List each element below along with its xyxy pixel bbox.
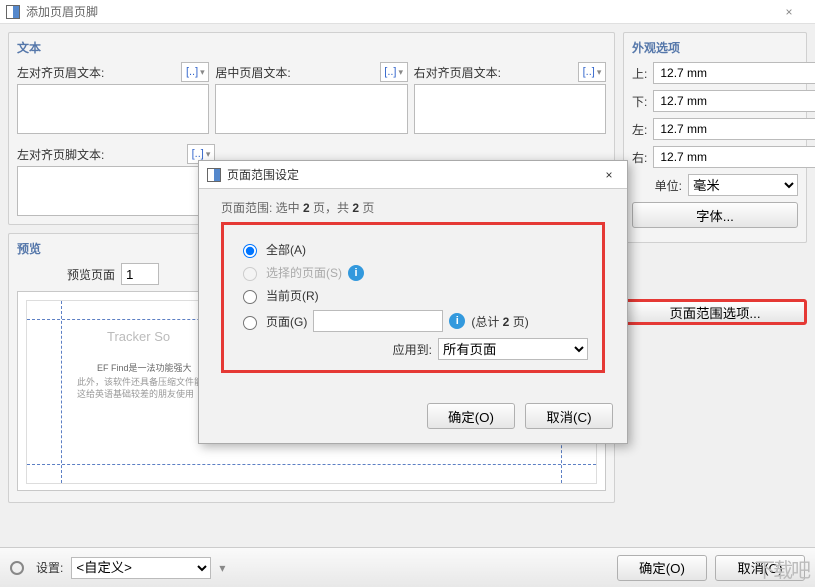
- header-left-label: 左对齐页眉文本:: [17, 64, 104, 81]
- range-radio-group: 全部(A) 选择的页面(S) i 当前页(R) 页面(G) i (总计 2 页)…: [221, 222, 605, 373]
- radio-selected-label: 选择的页面(S): [266, 264, 342, 281]
- dialog-close-icon[interactable]: ×: [599, 168, 619, 182]
- font-button[interactable]: 字体...: [632, 202, 798, 228]
- margin-bottom-label: 下:: [632, 93, 647, 110]
- window-title: 添加页眉页脚: [26, 3, 769, 20]
- preview-ef-line: EF Find是一法功能强大: [97, 363, 192, 375]
- gear-icon: [10, 561, 24, 575]
- pages-total: (总计 2 页): [471, 313, 528, 330]
- close-icon[interactable]: ×: [769, 5, 809, 19]
- radio-selected: [243, 267, 257, 281]
- watermark-ghost: 下载吧: [755, 554, 809, 583]
- margin-top-spinner[interactable]: ▲▼: [653, 62, 815, 84]
- preview-page-input[interactable]: [121, 263, 159, 285]
- pages-input[interactable]: [313, 310, 443, 332]
- margin-right-spinner[interactable]: ▲▼: [653, 146, 815, 168]
- range-summary: 页面范围: 选中 2 页，共 2 页: [221, 199, 605, 216]
- chevron-down-icon[interactable]: ▾: [219, 561, 225, 575]
- header-right-input[interactable]: [414, 84, 606, 134]
- radio-current-label: 当前页(R): [266, 287, 319, 304]
- dialog-title: 页面范围设定: [227, 166, 599, 183]
- header-right-label: 右对齐页眉文本:: [414, 64, 501, 81]
- radio-all-label: 全部(A): [266, 241, 306, 258]
- margin-right-label: 右:: [632, 149, 647, 166]
- dialog-cancel-button[interactable]: 取消(C): [525, 403, 613, 429]
- margin-left-label: 左:: [632, 121, 647, 138]
- preview-page-label: 预览页面: [67, 266, 115, 283]
- preview-tracker-text: Tracker So: [107, 329, 170, 344]
- margin-bottom-spinner[interactable]: ▲▼: [653, 90, 815, 112]
- preview-desc1: 此外，该软件还具备压缩文件能: [77, 377, 203, 389]
- dialog-app-icon: [207, 168, 221, 182]
- margin-left-spinner[interactable]: ▲▼: [653, 118, 815, 140]
- app-icon: [6, 5, 20, 19]
- header-left-macro-button[interactable]: [..]: [181, 62, 209, 82]
- header-center-label: 居中页眉文本:: [215, 64, 290, 81]
- info-icon[interactable]: i: [348, 265, 364, 281]
- main-ok-button[interactable]: 确定(O): [617, 555, 707, 581]
- settings-select[interactable]: <自定义>: [71, 557, 211, 579]
- header-left-input[interactable]: [17, 84, 209, 134]
- footer-left-label: 左对齐页脚文本:: [17, 146, 104, 163]
- preview-desc2: 这给英语基础较差的朋友使用: [77, 389, 194, 401]
- settings-label: 设置:: [36, 559, 63, 576]
- radio-current[interactable]: [243, 290, 257, 304]
- unit-select[interactable]: 毫米: [688, 174, 798, 196]
- dialog-ok-button[interactable]: 确定(O): [427, 403, 515, 429]
- radio-pages-label: 页面(G): [266, 313, 307, 330]
- info-icon[interactable]: i: [449, 313, 465, 329]
- radio-all[interactable]: [243, 244, 257, 258]
- footer-bar: 设置: <自定义> ▾ 确定(O) 取消(C) 下载吧: [0, 547, 815, 587]
- header-center-input[interactable]: [215, 84, 407, 134]
- text-group-title: 文本: [17, 39, 606, 56]
- appearance-group: 外观选项 上: ▲▼ 下: ▲▼ 左: ▲▼ 右: ▲▼ 单位: 毫米 字体..…: [623, 32, 807, 243]
- header-right-macro-button[interactable]: [..]: [578, 62, 606, 82]
- header-center-macro-button[interactable]: [..]: [380, 62, 408, 82]
- footer-left-input[interactable]: [17, 166, 215, 216]
- titlebar: 添加页眉页脚 ×: [0, 0, 815, 24]
- margin-top-label: 上:: [632, 65, 647, 82]
- unit-label: 单位:: [632, 177, 682, 194]
- page-range-options-button[interactable]: 页面范围选项...: [623, 299, 807, 325]
- radio-pages[interactable]: [243, 316, 257, 330]
- apply-to-select[interactable]: 所有页面: [438, 338, 588, 360]
- apply-to-label: 应用到:: [393, 341, 432, 358]
- page-range-dialog: 页面范围设定 × 页面范围: 选中 2 页，共 2 页 全部(A) 选择的页面(…: [198, 160, 628, 444]
- appearance-title: 外观选项: [632, 39, 798, 56]
